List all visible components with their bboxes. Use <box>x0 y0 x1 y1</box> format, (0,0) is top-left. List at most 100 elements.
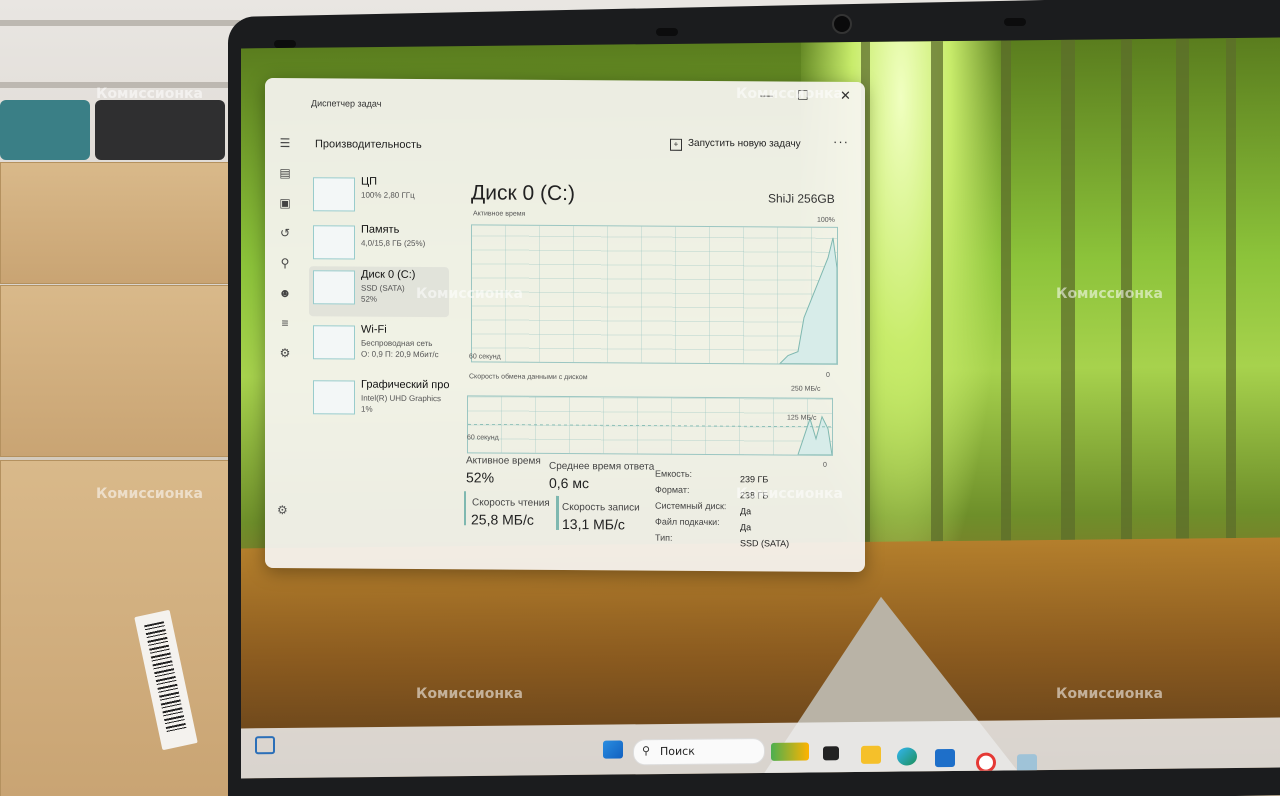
active-time-label: Активное время <box>466 455 541 467</box>
bamboo-stem <box>1121 39 1132 600</box>
new-task-label: Запустить новую задачу <box>688 137 801 150</box>
performance-icon[interactable]: ▣ <box>277 196 293 210</box>
camera-sensor <box>274 40 296 48</box>
disk-model: ShiJi 256GB <box>768 191 835 206</box>
perf-item-gpu[interactable]: Графический про Intel(R) UHD Graphics 1% <box>309 376 449 427</box>
active-time-graph <box>471 224 838 365</box>
graph-time-label: 60 секунд <box>469 353 501 361</box>
services-icon[interactable]: ⚙ <box>277 346 293 360</box>
more-options-button[interactable]: ··· <box>833 134 849 149</box>
prop-value: 239 ГБ <box>740 474 769 485</box>
watermark: Комиссионка <box>1056 286 1163 302</box>
write-speed-value: 13,1 МБ/с <box>562 515 625 533</box>
widgets-icon[interactable] <box>255 736 275 755</box>
shelf <box>0 20 240 26</box>
search-label: Поиск <box>660 744 695 759</box>
app-icon[interactable] <box>771 742 809 761</box>
bamboo-stem <box>931 41 943 602</box>
webcam <box>832 14 852 34</box>
watermark: Комиссионка <box>1056 686 1163 702</box>
prop-value: Да <box>740 506 752 517</box>
cardboard-box <box>0 162 240 284</box>
item-sub: Беспроводная сеть <box>361 338 433 349</box>
perf-item-memory[interactable]: Память 4,0/15,8 ГБ (25%) <box>309 221 449 272</box>
memory-thumbnail <box>313 225 355 260</box>
cpu-thumbnail <box>313 177 355 212</box>
start-icon[interactable] <box>603 740 623 759</box>
disk-title: Диск 0 (C:) <box>471 181 575 206</box>
item-title: Графический про <box>361 378 450 392</box>
cardboard-box <box>0 460 234 796</box>
transfer-graph-label: Скорость обмена данными с диском <box>469 373 588 382</box>
app-history-icon[interactable]: ↺ <box>277 226 293 240</box>
write-speed-label: Скорость записи <box>562 501 640 514</box>
new-task-icon: + <box>670 138 682 151</box>
watermark: Комиссионка <box>736 486 843 502</box>
perf-item-cpu[interactable]: ЦП 100% 2,80 ГГц <box>309 173 449 224</box>
search-box[interactable]: ⚲ Поиск <box>633 737 765 766</box>
disk-thumbnail <box>313 270 355 305</box>
transfer-curve <box>468 415 832 455</box>
new-task-button[interactable]: + Запустить новую задачу <box>670 138 801 152</box>
camera-sensor <box>1004 18 1026 26</box>
prop-key: Файл подкачки: <box>655 516 720 528</box>
details-icon[interactable]: ≡ <box>277 316 293 330</box>
read-speed-value: 25,8 МБ/с <box>471 511 534 528</box>
startup-apps-icon[interactable]: ⚲ <box>277 256 293 270</box>
bamboo-stem <box>1001 40 1011 601</box>
wifi-thumbnail <box>313 325 355 360</box>
active-time-value: 52% <box>466 469 495 486</box>
camera-sensor <box>656 28 678 36</box>
item-sub2: О: 0,9 П: 20,9 Мбит/с <box>361 349 439 360</box>
bamboo-stem <box>1226 38 1236 599</box>
watermark: Комиссионка <box>736 86 843 102</box>
store-icon[interactable] <box>935 748 955 768</box>
item-sub: 4,0/15,8 ГБ (25%) <box>361 238 426 249</box>
graph-zero-label: 0 <box>823 461 827 469</box>
perf-item-wifi[interactable]: Wi-Fi Беспроводная сеть О: 0,9 П: 20,9 М… <box>309 321 449 372</box>
app-icon[interactable] <box>1017 754 1037 773</box>
item-sub2: 52% <box>361 294 378 304</box>
settings-icon[interactable]: ⚙ <box>277 503 288 517</box>
item-title: ЦП <box>361 175 378 188</box>
watermark: Комиссионка <box>96 86 203 102</box>
item-title: Диск 0 (C:) <box>361 268 416 281</box>
prop-value: Да <box>740 522 752 533</box>
item-sub: 100% 2,80 ГГц <box>361 190 415 200</box>
gpu-thumbnail <box>313 380 355 415</box>
edge-icon[interactable] <box>897 747 917 766</box>
watermark: Комиссионка <box>96 486 203 502</box>
write-speed-divider <box>556 495 559 530</box>
item-sub: Intel(R) UHD Graphics <box>361 393 442 404</box>
prop-value: SSD (SATA) <box>740 538 790 549</box>
graph-max-label: 100% <box>817 216 835 224</box>
graph-time-label: 60 секунд <box>467 434 499 442</box>
yandex-browser-icon[interactable] <box>976 752 996 773</box>
prop-key: Емкость: <box>655 468 693 479</box>
task-view-icon[interactable] <box>823 746 839 761</box>
window-title: Диспетчер задач <box>311 98 382 109</box>
prop-key: Тип: <box>655 532 673 543</box>
search-icon: ⚲ <box>642 744 651 758</box>
processes-icon[interactable]: ▤ <box>277 166 293 180</box>
section-title: Производительность <box>315 138 422 152</box>
bamboo-stem <box>1176 38 1189 599</box>
power-tool <box>0 100 90 160</box>
active-time-graph-label: Активное время <box>473 210 526 218</box>
graph-zero-label: 0 <box>826 371 830 379</box>
watermark: Комиссионка <box>416 286 523 302</box>
graph-mid-label: 125 МБ/с <box>787 414 817 422</box>
transfer-graph <box>467 395 833 456</box>
response-time-value: 0,6 мс <box>549 474 589 492</box>
response-time-label: Среднее время ответа <box>549 460 655 473</box>
prop-key: Системный диск: <box>655 500 727 512</box>
menu-icon[interactable]: ☰ <box>277 136 293 150</box>
nav-rail: ☰ ▤ ▣ ↺ ⚲ ☻ ≡ ⚙ <box>265 128 305 528</box>
read-speed-label: Скорость чтения <box>472 497 550 509</box>
bamboo-stem <box>1061 39 1075 600</box>
item-title: Память <box>361 223 400 236</box>
file-explorer-icon[interactable] <box>861 745 881 764</box>
power-tool <box>95 100 225 160</box>
cardboard-box <box>0 285 238 457</box>
users-icon[interactable]: ☻ <box>277 286 293 300</box>
